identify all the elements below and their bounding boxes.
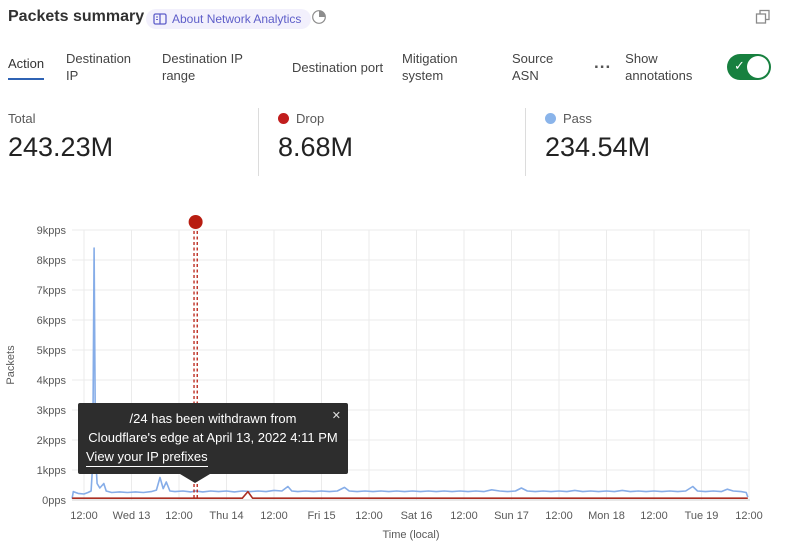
x-tick-label: 12:00: [735, 510, 763, 522]
y-tick-label: 6kpps: [37, 315, 67, 327]
annotation-dot-icon[interactable]: [189, 215, 203, 229]
expand-panel-icon[interactable]: [755, 9, 771, 25]
drop-legend-dot-icon: [278, 113, 289, 124]
y-tick-label: 4kpps: [37, 375, 67, 387]
pie-chart-icon: [311, 9, 327, 25]
stat-divider: [525, 108, 526, 176]
tab-action[interactable]: Action: [8, 55, 48, 80]
packets-summary-panel: Packets summary About Network Analytics …: [0, 0, 785, 555]
stat-value: 243.23M: [8, 132, 113, 163]
x-axis-title: Time (local): [382, 529, 439, 541]
x-tick-label: Sat 16: [401, 510, 433, 522]
stat-value: 8.68M: [278, 132, 353, 163]
more-tabs-button[interactable]: ...: [594, 53, 611, 73]
y-tick-label: 8kpps: [37, 255, 67, 267]
tab-destination-ip-range[interactable]: Destination IP range: [162, 50, 274, 84]
stat-label: Total: [8, 111, 35, 126]
page-title: Packets summary: [8, 8, 144, 26]
tab-label: Action: [8, 55, 44, 80]
x-tick-label: 12:00: [640, 510, 668, 522]
drop-line: [72, 492, 748, 499]
x-tick-label: 12:00: [355, 510, 383, 522]
stat-label: Drop: [296, 111, 324, 126]
pass-legend-dot-icon: [545, 113, 556, 124]
view-ip-prefixes-link[interactable]: View your IP prefixes: [86, 447, 208, 467]
x-tick-label: 12:00: [70, 510, 98, 522]
stats-row: Total 243.23M Drop 8.68M Pass 234.54M: [0, 105, 785, 185]
y-tick-label: 3kpps: [37, 405, 67, 417]
stat-drop: Drop 8.68M: [278, 110, 353, 163]
toggle-knob: [747, 56, 769, 78]
annotation-tooltip: /24 has been withdrawn from Cloudflare's…: [78, 403, 348, 474]
about-network-analytics-badge[interactable]: About Network Analytics: [146, 9, 311, 29]
tab-label: Mitigation system: [402, 50, 494, 84]
tab-destination-port[interactable]: Destination port: [292, 59, 384, 76]
x-tick-label: Wed 13: [113, 510, 151, 522]
check-icon: ✓: [734, 58, 745, 74]
x-tick-label: 12:00: [165, 510, 193, 522]
x-tick-label: Tue 19: [685, 510, 719, 522]
tab-label: Source ASN: [512, 50, 570, 84]
y-tick-label: 2kpps: [37, 435, 67, 447]
tab-mitigation-system[interactable]: Mitigation system: [402, 50, 494, 84]
y-tick-label: 1kpps: [37, 465, 67, 477]
tooltip-caret: [180, 474, 210, 483]
panel-header: Packets summary About Network Analytics: [0, 0, 785, 40]
tab-label: Destination IP: [66, 50, 144, 84]
tab-label: Destination IP range: [162, 50, 274, 84]
y-axis-title: Packets: [5, 345, 17, 385]
stat-divider: [258, 108, 259, 176]
show-annotations-label: Show annotations: [625, 50, 707, 84]
book-icon: [153, 13, 167, 25]
tab-source-asn[interactable]: Source ASN: [512, 50, 570, 84]
tooltip-line2: Cloudflare's edge at April 13, 2022 4:11…: [86, 428, 340, 447]
y-tick-label: 7kpps: [37, 285, 67, 297]
packets-chart: 0pps 1kpps 2kpps 3kpps 4kpps 5kpps 6kpps 7kpps 8…: [0, 205, 785, 555]
x-tick-label: Mon 18: [588, 510, 625, 522]
x-tick-label: Fri 15: [307, 510, 335, 522]
stat-label: Pass: [563, 111, 592, 126]
tab-label: Destination port: [292, 59, 383, 76]
show-annotations-toggle[interactable]: ✓: [727, 54, 771, 80]
stat-pass: Pass 234.54M: [545, 110, 650, 163]
x-tick-label: 12:00: [545, 510, 573, 522]
stat-value: 234.54M: [545, 132, 650, 163]
about-badge-label: About Network Analytics: [172, 12, 301, 26]
tab-destination-ip[interactable]: Destination IP: [66, 50, 144, 84]
tooltip-line1: /24 has been withdrawn from: [86, 409, 340, 428]
close-icon[interactable]: ✕: [332, 407, 341, 426]
y-tick-label: 0pps: [42, 495, 66, 507]
x-tick-label: 12:00: [450, 510, 478, 522]
stat-total: Total 243.23M: [8, 110, 113, 163]
x-tick-label: Sun 17: [494, 510, 529, 522]
dimension-tabs: Action Destination IP Destination IP range…: [0, 44, 785, 90]
y-tick-label: 9kpps: [37, 225, 67, 237]
x-tick-label: Thu 14: [209, 510, 243, 522]
x-tick-label: 12:00: [260, 510, 288, 522]
y-tick-label: 5kpps: [37, 345, 67, 357]
